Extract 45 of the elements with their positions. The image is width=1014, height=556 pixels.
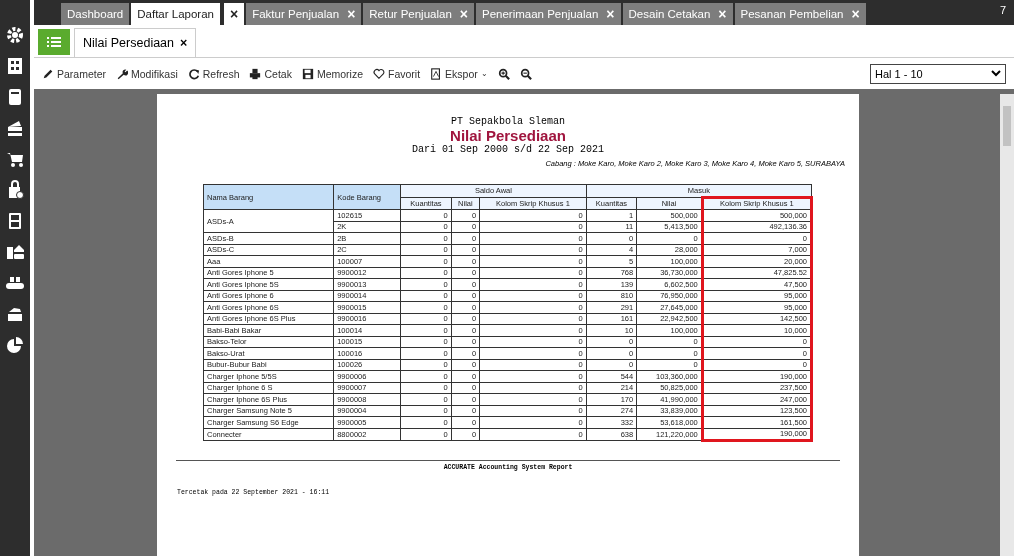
toolbar-button[interactable]: Modifikasi <box>116 67 178 80</box>
report-title: Nilai Persediaan <box>450 127 566 144</box>
scrollbar-thumb[interactable] <box>1003 106 1011 146</box>
report-tab[interactable]: Nilai Persediaan × <box>74 28 197 57</box>
report-period: Dari 01 Sep 2000 s/d 22 Sep 2021 <box>412 144 604 155</box>
close-button[interactable]: × <box>224 3 245 25</box>
tab[interactable]: Penerimaan Penjualan <box>476 3 605 25</box>
toolbar-button[interactable]: Refresh <box>187 67 240 80</box>
settings-icon[interactable] <box>5 25 25 45</box>
tab[interactable]: Daftar Laporan <box>131 3 220 25</box>
tab[interactable]: Dashboard <box>61 3 130 25</box>
wrench-icon <box>116 67 129 80</box>
zoom-out-button[interactable] <box>519 67 532 80</box>
refresh-icon <box>187 67 200 80</box>
close-button[interactable]: × <box>849 3 866 25</box>
list-icon <box>47 36 61 48</box>
list-menu-button[interactable] <box>38 29 70 55</box>
close-button[interactable]: × <box>345 3 362 25</box>
company-name: PT Sepakbola Sleman <box>451 116 565 127</box>
tab-label[interactable]: Nilai Persediaan <box>83 36 175 50</box>
close-button[interactable]: × <box>180 36 188 50</box>
tab[interactable]: Faktur Penjualan <box>246 3 346 25</box>
zoom-out-icon <box>519 67 532 80</box>
zoom-in-icon <box>497 67 510 80</box>
close-button[interactable]: × <box>604 3 621 25</box>
tab[interactable]: Desain Cetakan <box>622 3 717 25</box>
heart-icon <box>373 67 385 80</box>
close-button[interactable]: × <box>716 3 733 25</box>
document-icon <box>430 67 443 80</box>
toolbar-button[interactable]: Parameter <box>42 67 107 80</box>
zoom-in-button[interactable] <box>497 67 510 80</box>
pencil-icon <box>42 67 54 80</box>
building-icon[interactable] <box>5 56 25 76</box>
toolbar-button[interactable]: Favorit <box>373 67 421 80</box>
chevron-down-icon <box>991 70 1001 77</box>
toolbar-button[interactable]: Ekspor ⌄ <box>430 67 488 80</box>
pie-chart-icon[interactable] <box>5 335 25 355</box>
tab[interactable]: Retur Penjualan <box>363 3 458 25</box>
toolbar-button[interactable]: Memorize <box>301 67 363 80</box>
printer-icon <box>249 67 262 80</box>
tab[interactable]: Pesanan Pembelian <box>734 3 850 25</box>
page-select[interactable]: Hal 1 - 10 <box>870 63 1006 84</box>
toolbar-button[interactable]: Cetak <box>249 67 292 80</box>
count-label: 7 <box>999 4 1006 16</box>
scrollbar[interactable] <box>1000 94 1014 556</box>
